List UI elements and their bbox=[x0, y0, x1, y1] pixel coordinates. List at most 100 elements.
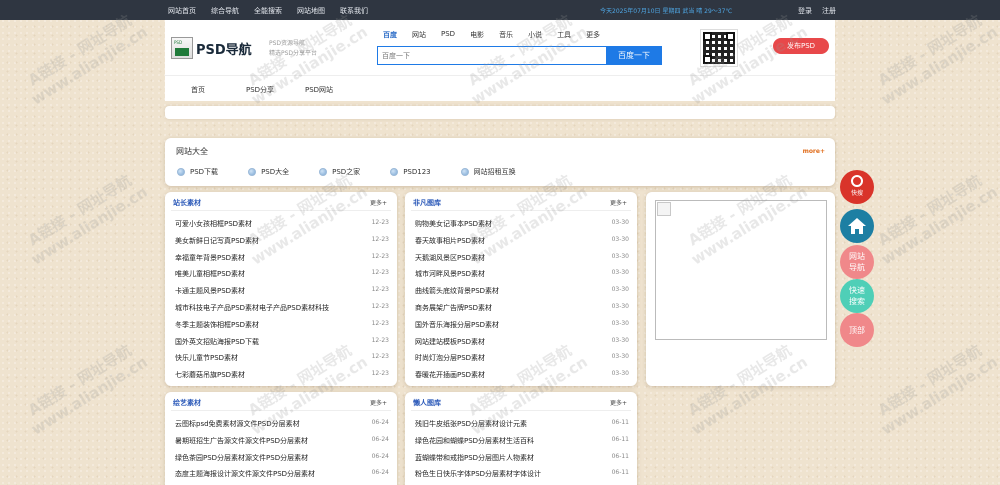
list-item-title[interactable]: 春暖花开插画PSD素材 bbox=[415, 370, 485, 387]
list-item-title[interactable]: 商务展架广告牌PSD素材 bbox=[415, 303, 492, 320]
list-item-title[interactable]: 网站建站模板PSD素材 bbox=[415, 337, 485, 354]
list-item[interactable]: 快乐儿童节PSD素材 12-23 bbox=[175, 353, 389, 370]
list-item-title[interactable]: 暑期班招生广告源文件源文件PSD分层素材 bbox=[175, 436, 308, 453]
site-nav-float-button[interactable]: 网站 导航 bbox=[840, 245, 874, 279]
list-item[interactable]: 国外音乐海报分层PSD素材 03-30 bbox=[415, 320, 629, 337]
login-link[interactable]: 登录 bbox=[798, 6, 812, 16]
home-float-button[interactable] bbox=[840, 209, 874, 243]
quick-search-float-button[interactable]: 快搜 bbox=[840, 170, 874, 204]
panel-more-link[interactable]: 更多+ bbox=[610, 398, 627, 407]
panel-title[interactable]: 懒人图库 bbox=[413, 398, 441, 408]
list-item[interactable]: 美女新鲜日记写真PSD素材 12-23 bbox=[175, 236, 389, 253]
panel-title[interactable]: 绘艺素材 bbox=[173, 398, 201, 408]
search-tab-psd[interactable]: PSD bbox=[441, 30, 455, 40]
sites-more-link[interactable]: more+ bbox=[803, 148, 825, 155]
list-item[interactable]: 曲线箭头底纹背景PSD素材 03-30 bbox=[415, 286, 629, 303]
search-tab-movie[interactable]: 电影 bbox=[470, 30, 484, 40]
site-item[interactable]: PSD123 bbox=[390, 167, 431, 177]
subnav-psd-sites[interactable]: PSD网站 bbox=[305, 85, 333, 95]
list-item[interactable]: 幸福童年背景PSD素材 12-23 bbox=[175, 253, 389, 270]
list-item-title[interactable]: 购物美女记事本PSD素材 bbox=[415, 219, 492, 236]
list-item[interactable]: 天鹅湖风景区PSD素材 03-30 bbox=[415, 253, 629, 270]
list-item[interactable]: 国外英文招贴海报PSD下载 12-23 bbox=[175, 337, 389, 354]
search-tab-baidu[interactable]: 百度 bbox=[383, 30, 397, 40]
list-item-title[interactable]: 天鹅湖风景区PSD素材 bbox=[415, 253, 485, 270]
list-item-title[interactable]: 城市科技电子产品PSD素材电子产品PSD素材科技 bbox=[175, 303, 329, 320]
list-item-title[interactable]: 国外英文招贴海报PSD下载 bbox=[175, 337, 259, 354]
list-item-title[interactable]: 美女新鲜日记写真PSD素材 bbox=[175, 236, 259, 253]
logo-text[interactable]: PSD导航 bbox=[196, 39, 252, 58]
top-link-contact[interactable]: 联系我们 bbox=[340, 6, 368, 16]
list-item-title[interactable]: 城市河畔风景PSD素材 bbox=[415, 269, 485, 286]
list-item[interactable]: 云图标psd免费素材源文件PSD分层素材 06-24 bbox=[175, 419, 389, 436]
list-item[interactable]: 春天故事相片PSD素材 03-30 bbox=[415, 236, 629, 253]
subnav-home[interactable]: 首页 bbox=[191, 85, 205, 95]
list-item-title[interactable]: 春天故事相片PSD素材 bbox=[415, 236, 485, 253]
top-link-nav[interactable]: 综合导航 bbox=[211, 6, 239, 16]
search-button[interactable]: 百度一下 bbox=[606, 46, 662, 65]
list-item[interactable]: 卡通主题风景PSD素材 12-23 bbox=[175, 286, 389, 303]
list-item-title[interactable]: 唯美儿童相框PSD素材 bbox=[175, 269, 245, 286]
watermark: A链接 - 网址导航 www.alianjie.cn bbox=[24, 11, 151, 109]
list-item-title[interactable]: 快乐儿童节PSD素材 bbox=[175, 353, 238, 370]
publish-psd-button[interactable]: 发布PSD bbox=[773, 38, 829, 54]
list-item[interactable]: 时尚灯泡分层PSD素材 03-30 bbox=[415, 353, 629, 370]
list-item-title[interactable]: 云图标psd免费素材源文件PSD分层素材 bbox=[175, 419, 300, 436]
search-tabs: 百度 网站 PSD 电影 音乐 小说 工具 更多 bbox=[383, 30, 615, 40]
fast-search-float-button[interactable]: 快速 搜索 bbox=[840, 279, 874, 313]
list-item[interactable]: 绿色花园和蝴蝶PSD分层素材生活百科 06-11 bbox=[415, 436, 629, 453]
list-item[interactable]: 商务展架广告牌PSD素材 03-30 bbox=[415, 303, 629, 320]
top-link-home[interactable]: 网站首页 bbox=[168, 6, 196, 16]
list-item[interactable]: 可爱小女孩相框PSD素材 12-23 bbox=[175, 219, 389, 236]
site-item[interactable]: PSD下载 bbox=[177, 167, 218, 177]
list-item[interactable]: 唯美儿童相框PSD素材 12-23 bbox=[175, 269, 389, 286]
list-item[interactable]: 态度主题海报设计源文件源文件PSD分层素材 06-24 bbox=[175, 469, 389, 485]
list-item[interactable]: 粉色生日快乐字体PSD分层素材字体设计 06-11 bbox=[415, 469, 629, 485]
list-item[interactable]: 购物美女记事本PSD素材 03-30 bbox=[415, 219, 629, 236]
list-item-title[interactable]: 绿色花园和蝴蝶PSD分层素材生活百科 bbox=[415, 436, 534, 453]
top-link-sitemap[interactable]: 网站地图 bbox=[297, 6, 325, 16]
list-item-title[interactable]: 时尚灯泡分层PSD素材 bbox=[415, 353, 485, 370]
subnav-psd-share[interactable]: PSD分享 bbox=[246, 85, 274, 95]
search-tab-tools[interactable]: 工具 bbox=[557, 30, 571, 40]
search-tab-web[interactable]: 网站 bbox=[412, 30, 426, 40]
site-item[interactable]: PSD之家 bbox=[319, 167, 360, 177]
list-item[interactable]: 残旧牛皮纸张PSD分层素材设计元素 06-11 bbox=[415, 419, 629, 436]
list-item-title[interactable]: 幸福童年背景PSD素材 bbox=[175, 253, 245, 270]
list-item-title[interactable]: 曲线箭头底纹背景PSD素材 bbox=[415, 286, 499, 303]
search-tab-novel[interactable]: 小说 bbox=[528, 30, 542, 40]
list-item[interactable]: 蓝蝴蝶带和戒指PSD分层图片人物素材 06-11 bbox=[415, 453, 629, 470]
site-item[interactable]: PSD大全 bbox=[248, 167, 289, 177]
list-item-title[interactable]: 国外音乐海报分层PSD素材 bbox=[415, 320, 499, 337]
list-item[interactable]: 城市河畔风景PSD素材 03-30 bbox=[415, 269, 629, 286]
list-item[interactable]: 网站建站模板PSD素材 03-30 bbox=[415, 337, 629, 354]
list-item-title[interactable]: 绿色茶园PSD分层素材源文件PSD分层素材 bbox=[175, 453, 308, 470]
list-item-title[interactable]: 态度主题海报设计源文件源文件PSD分层素材 bbox=[175, 469, 315, 485]
search-tab-music[interactable]: 音乐 bbox=[499, 30, 513, 40]
list-item[interactable]: 冬季主题装饰相框PSD素材 12-23 bbox=[175, 320, 389, 337]
list-item-title[interactable]: 卡通主题风景PSD素材 bbox=[175, 286, 245, 303]
panel-title[interactable]: 非凡图库 bbox=[413, 198, 441, 208]
list-item[interactable]: 暑期班招生广告源文件源文件PSD分层素材 06-24 bbox=[175, 436, 389, 453]
register-link[interactable]: 注册 bbox=[822, 6, 836, 16]
logo-icon[interactable]: PSD bbox=[171, 37, 193, 59]
list-item-title[interactable]: 残旧牛皮纸张PSD分层素材设计元素 bbox=[415, 419, 527, 436]
list-item-title[interactable]: 粉色生日快乐字体PSD分层素材字体设计 bbox=[415, 469, 541, 485]
list-item[interactable]: 春暖花开插画PSD素材 03-30 bbox=[415, 370, 629, 387]
back-to-top-float-button[interactable]: 顶部 bbox=[840, 313, 874, 347]
top-link-search[interactable]: 全能搜索 bbox=[254, 6, 282, 16]
site-item[interactable]: 网站招租互换 bbox=[460, 167, 516, 177]
panel-title[interactable]: 站长素材 bbox=[173, 198, 201, 208]
list-item[interactable]: 绿色茶园PSD分层素材源文件PSD分层素材 06-24 bbox=[175, 453, 389, 470]
list-item-title[interactable]: 蓝蝴蝶带和戒指PSD分层图片人物素材 bbox=[415, 453, 534, 470]
list-item-title[interactable]: 冬季主题装饰相框PSD素材 bbox=[175, 320, 259, 337]
search-input[interactable] bbox=[378, 47, 606, 64]
list-item[interactable]: 城市科技电子产品PSD素材电子产品PSD素材科技 12-23 bbox=[175, 303, 389, 320]
list-item-title[interactable]: 七彩蘑菇吊旗PSD素材 bbox=[175, 370, 245, 387]
panel-more-link[interactable]: 更多+ bbox=[370, 398, 387, 407]
list-item-title[interactable]: 可爱小女孩相框PSD素材 bbox=[175, 219, 252, 236]
panel-more-link[interactable]: 更多+ bbox=[610, 198, 627, 207]
list-item[interactable]: 七彩蘑菇吊旗PSD素材 12-23 bbox=[175, 370, 389, 387]
panel-more-link[interactable]: 更多+ bbox=[370, 198, 387, 207]
search-tab-more[interactable]: 更多 bbox=[586, 30, 600, 40]
